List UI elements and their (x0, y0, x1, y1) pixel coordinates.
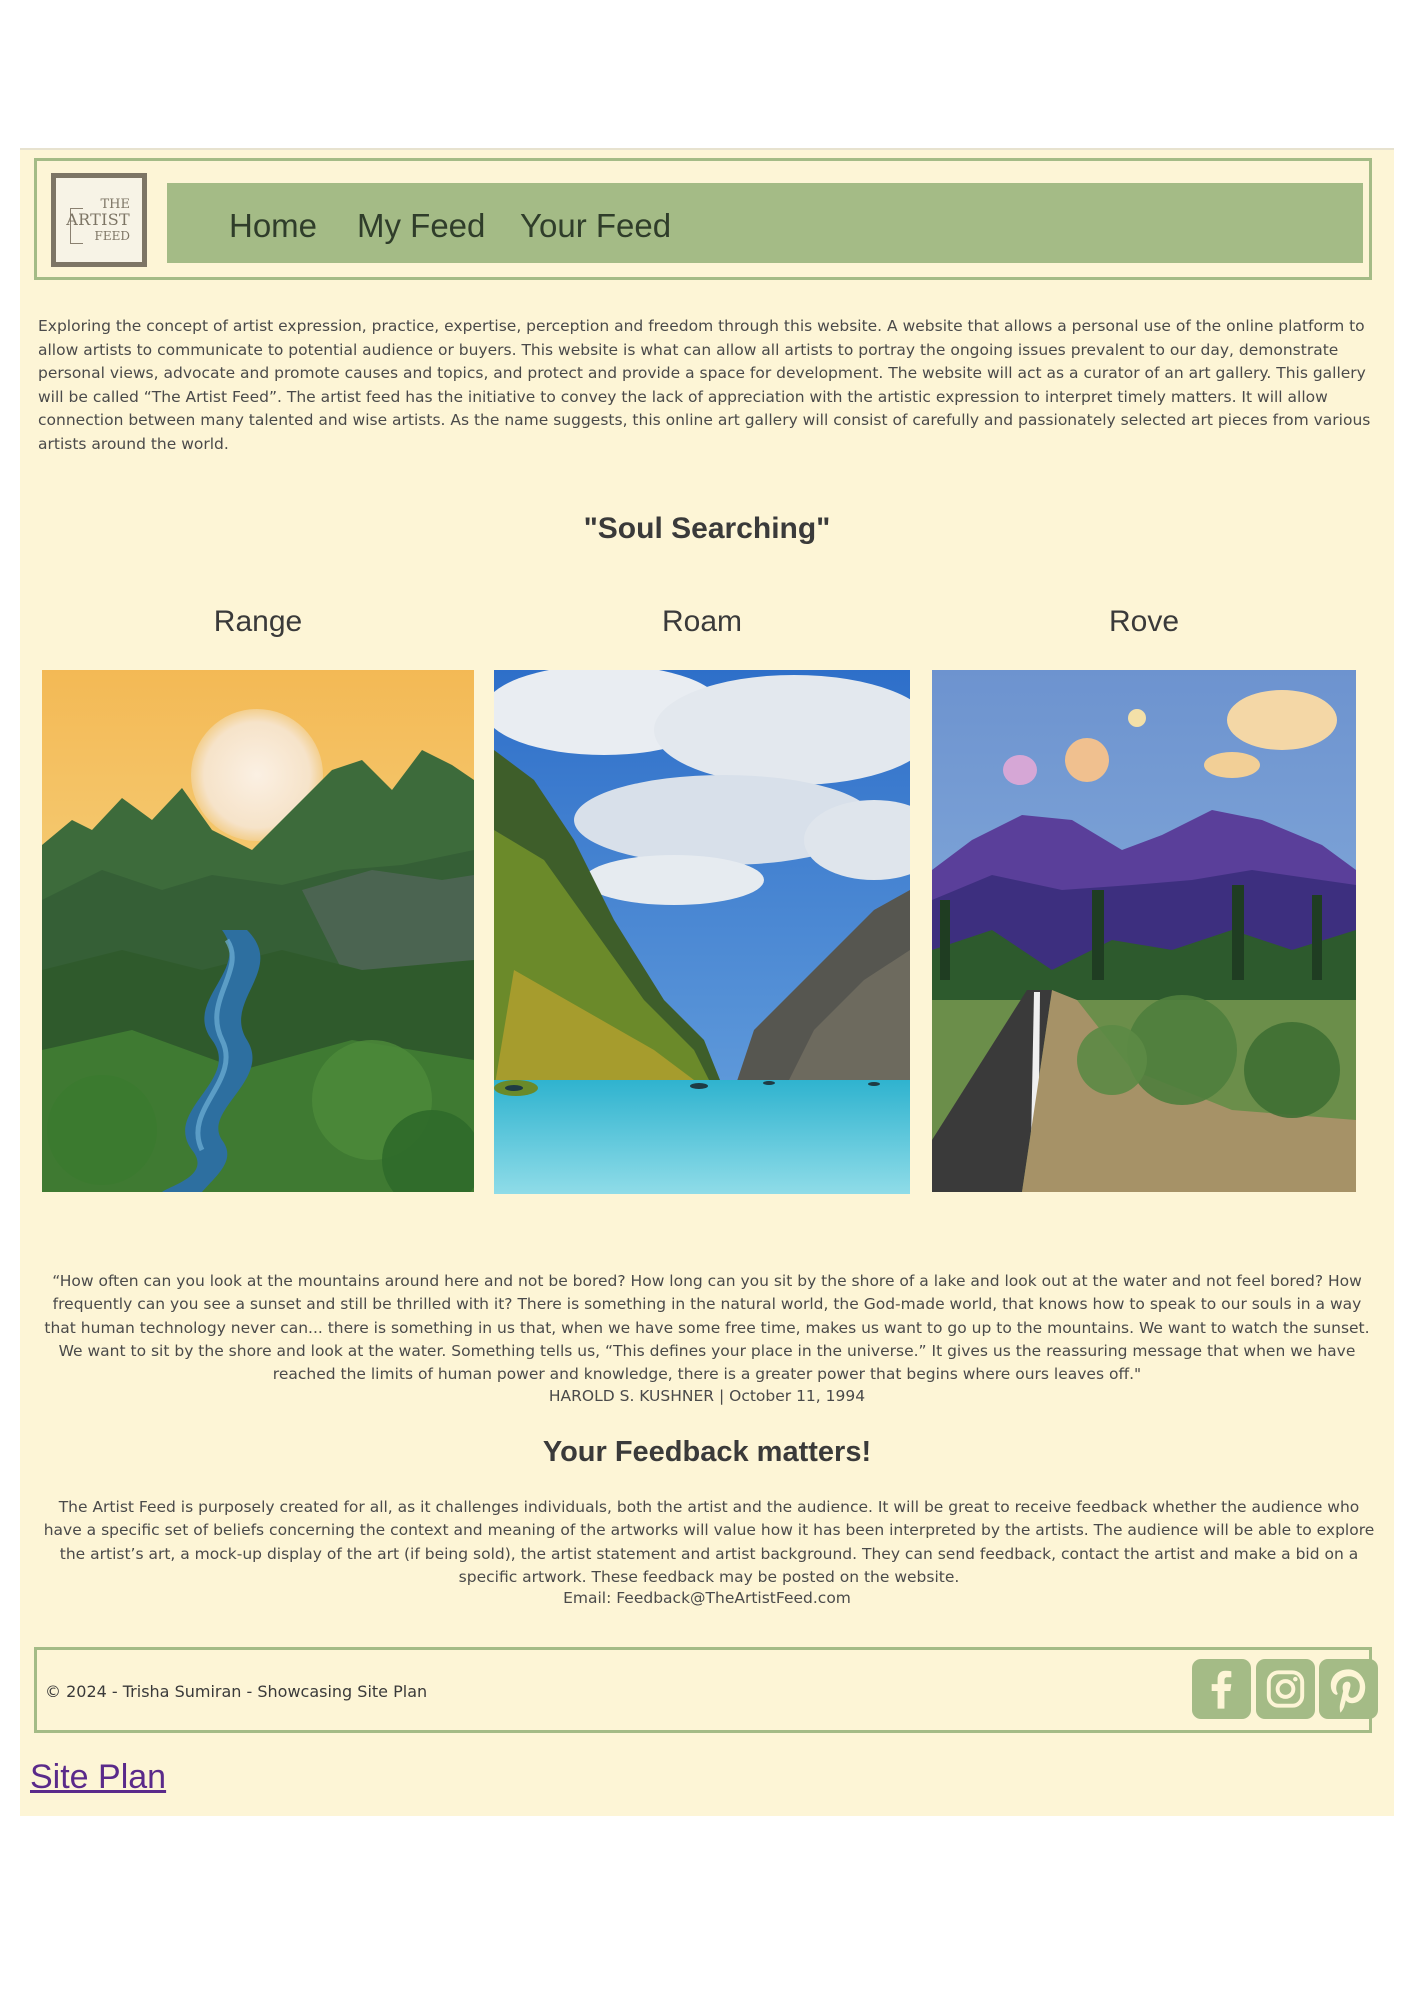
artwork-image-roam[interactable] (494, 670, 910, 1194)
feedback-email[interactable]: Email: Feedback@TheArtistFeed.com (20, 1589, 1394, 1607)
artwork-title-range: Range (213, 605, 303, 638)
nav-home[interactable]: Home (229, 207, 317, 245)
site-header: THE ARTIST FEED Home My Feed Your Feed (34, 158, 1372, 280)
logo-text-artist: ARTIST (66, 210, 130, 229)
quote-text: “How often can you look at the mountains… (44, 1272, 1370, 1384)
feedback-text: The Artist Feed is purposely created for… (43, 1498, 1375, 1586)
nav-my-feed[interactable]: My Feed (357, 207, 485, 245)
intro-paragraph: Exploring the concept of artist expressi… (38, 317, 1371, 453)
quote-author: HAROLD S. KUSHNER | October 11, 1994 (548, 1387, 866, 1405)
instagram-icon[interactable] (1256, 1659, 1315, 1719)
artwork-image-range[interactable] (42, 670, 474, 1192)
site-logo[interactable]: THE ARTIST FEED (51, 173, 147, 267)
feedback-title: Your Feedback matters! (542, 1436, 872, 1468)
logo-text-feed: FEED (94, 229, 130, 243)
site-footer: © 2024 - Trisha Sumiran - Showcasing Sit… (34, 1647, 1378, 1733)
pinterest-icon[interactable] (1319, 1659, 1378, 1719)
artwork-title-roam: Roam (661, 605, 743, 638)
gallery-title: "Soul Searching" (583, 512, 831, 545)
facebook-icon[interactable] (1192, 1659, 1251, 1719)
site-plan-link[interactable]: Site Plan (30, 1758, 166, 1797)
artwork-image-rove[interactable] (932, 670, 1356, 1192)
main-nav: Home My Feed Your Feed (167, 183, 1363, 263)
footer-copyright: © 2024 - Trisha Sumiran - Showcasing Sit… (45, 1682, 428, 1701)
artwork-title-rove: Rove (1108, 605, 1180, 638)
nav-your-feed[interactable]: Your Feed (520, 207, 671, 245)
page-container: THE ARTIST FEED Home My Feed Your Feed E… (20, 148, 1394, 1816)
